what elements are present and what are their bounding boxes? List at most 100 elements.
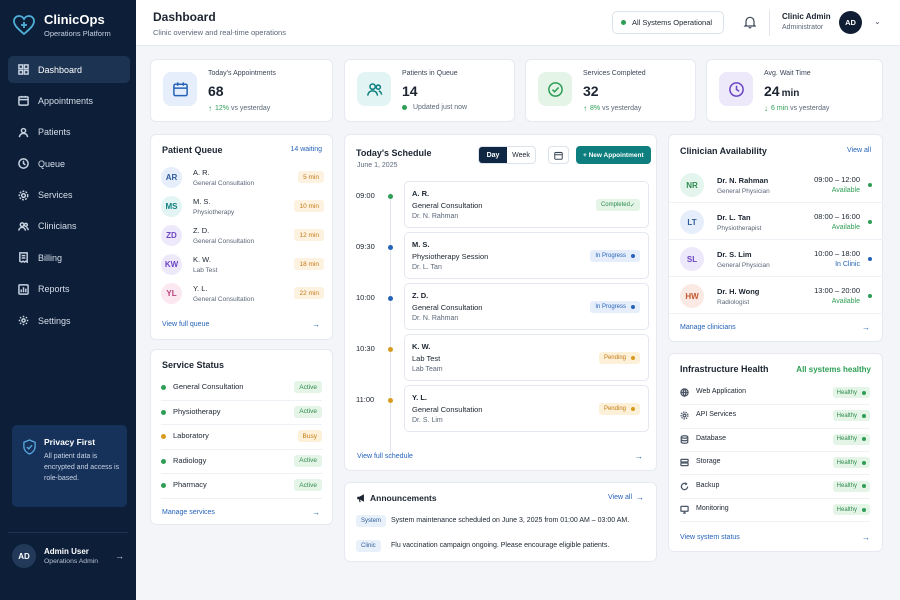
clinician-row[interactable]: SL Dr. S. Lim General Physician 10:00 – 18:… <box>669 240 883 277</box>
infra-summary: All systems healthy <box>796 365 871 374</box>
sidebar-user[interactable]: AD Admin User Operations Admin → <box>12 544 124 568</box>
visit-type: General Consultation <box>193 238 255 245</box>
status-dot <box>868 183 872 187</box>
appointment-card[interactable]: Z. D. General Consultation Dr. N. Rahman In… <box>404 283 649 330</box>
manage-clinicians-link[interactable]: Manage clinicians <box>680 324 736 331</box>
stat-label: Avg. Wait Time <box>764 70 811 77</box>
stat-meta: Updated just now <box>402 104 467 111</box>
arrow-right-icon[interactable]: → <box>636 493 644 502</box>
schedule-time: 09:30 <box>356 242 375 251</box>
appointment-card[interactable]: M. S. Physiotherapy Session Dr. L. Tan In P… <box>404 232 649 279</box>
patient-name: Y. L. <box>193 284 208 293</box>
status-text: Pending <box>603 355 626 361</box>
view-full-queue-link[interactable]: View full queue <box>162 321 209 328</box>
sidebar-item-billing[interactable]: Billing <box>8 244 130 271</box>
bell-icon[interactable] <box>743 15 757 29</box>
status-text: In Progress <box>595 304 626 310</box>
stat-meta-text: Updated just now <box>413 104 468 111</box>
heart-plus-logo-icon <box>13 15 35 36</box>
sidebar-item-appointments[interactable]: Appointments <box>8 87 130 114</box>
manage-services-link[interactable]: Manage services <box>162 509 215 516</box>
clinician-name: Lab Team <box>412 366 443 373</box>
new-appointment-button[interactable]: + New Appointment <box>576 146 651 164</box>
sidebar-item-dashboard[interactable]: Dashboard <box>8 56 130 83</box>
calendar-button[interactable] <box>548 146 569 164</box>
clinician-row[interactable]: HW Dr. H. Wong Radiologist 13:00 – 20:00 Ava… <box>669 277 883 314</box>
service-name: Web Application <box>696 388 747 395</box>
status-text: Healthy <box>836 412 857 419</box>
view-week-button[interactable]: Week <box>507 147 535 163</box>
queue-row[interactable]: MS M. S. Physiotherapy 10 min <box>161 192 324 220</box>
clinician-name: Dr. N. Rahman <box>717 176 769 185</box>
brand[interactable]: ClinicOps Operations Platform <box>12 12 111 38</box>
admin-info[interactable]: Clinic Admin Administrator <box>782 12 831 31</box>
queue-row[interactable]: YL Y. L. General Consultation 22 min <box>161 279 324 307</box>
availability-status: Available <box>831 224 860 231</box>
announcement-item[interactable]: Clinic Flu vaccination campaign ongoing. … <box>356 536 644 558</box>
sidebar-item-label: Appointments <box>38 95 94 106</box>
queue-row[interactable]: AR A. R. General Consultation 5 min <box>161 163 324 191</box>
view-day-button[interactable]: Day <box>479 147 507 163</box>
stat-unit: min <box>781 88 800 99</box>
appointment-card[interactable]: A. R. General Consultation Dr. N. Rahman Co… <box>404 181 649 228</box>
arrow-right-icon[interactable]: → <box>862 323 870 332</box>
service-name: Laboratory <box>173 431 209 441</box>
availability-status: Available <box>831 187 860 194</box>
arrow-right-icon[interactable]: → <box>312 320 320 329</box>
sidebar-item-settings[interactable]: Settings <box>8 307 130 334</box>
sidebar-item-services[interactable]: Services <box>8 182 130 209</box>
clinician-row[interactable]: LT Dr. L. Tan Physiotherapist 08:00 – 16:00… <box>669 203 883 240</box>
wait-time-badge: 12 min <box>294 229 324 241</box>
status-badge: In Progress <box>590 250 640 262</box>
avatar: NR <box>680 173 704 197</box>
status-dot <box>862 460 866 465</box>
queue-row[interactable]: ZD Z. D. General Consultation 12 min <box>161 221 324 249</box>
calendar-icon <box>18 96 29 107</box>
view-all-clinicians-link[interactable]: View all <box>847 147 871 154</box>
clinician-row[interactable]: NR Dr. N. Rahman General Physician 09:00 – … <box>669 166 883 203</box>
chart-icon <box>18 283 29 295</box>
sidebar-divider <box>8 532 128 533</box>
arrow-down-icon: ↓ <box>764 104 768 113</box>
queue-row[interactable]: KW K. W. Lab Test 18 min <box>161 250 324 278</box>
grid-icon <box>18 64 29 75</box>
user-role: Operations Admin <box>44 558 99 565</box>
status-dot <box>631 305 635 309</box>
schedule-time: 10:00 <box>356 293 375 302</box>
chevron-down-icon[interactable]: ⌄ <box>874 17 881 26</box>
infrastructure-health-card: Infrastructure Health All systems health… <box>668 353 883 552</box>
schedule-date: June 1, 2025 <box>357 162 398 169</box>
stat-label: Today's Appointments <box>208 70 276 77</box>
system-status-pill[interactable]: All Systems Operational <box>612 11 724 34</box>
sidebar-item-reports[interactable]: Reports <box>8 276 130 303</box>
service-name: Backup <box>696 481 720 489</box>
appointment-card[interactable]: Y. L. General Consultation Dr. S. Lim Pendi… <box>404 385 649 432</box>
sidebar-item-patients[interactable]: Patients <box>8 119 130 146</box>
queue-count-link[interactable]: 14 waiting <box>290 146 322 153</box>
avatar: HW <box>680 284 704 308</box>
avatar[interactable]: AD <box>839 11 862 34</box>
status-text: Healthy <box>836 506 857 513</box>
stat-card-wait-time: Avg. Wait Time 24 min ↓ 6 min vs yesterday <box>706 59 883 122</box>
arrow-right-icon[interactable]: → <box>312 508 320 517</box>
sidebar-item-clinicians[interactable]: Clinicians <box>8 213 130 240</box>
patient-queue-card: Patient Queue 14 waiting AR A. R. General … <box>150 134 333 340</box>
avatar: KW <box>161 254 182 275</box>
view-all-announcements-link[interactable]: View all <box>608 494 632 501</box>
card-title: Clinician Availability <box>680 146 767 156</box>
view-full-schedule-link[interactable]: View full schedule <box>357 453 413 460</box>
infrastructure-row: Database Healthy <box>680 429 870 453</box>
infrastructure-row: API Services Healthy <box>680 405 870 429</box>
sidebar-item-queue[interactable]: Queue <box>8 150 130 177</box>
arrow-right-icon[interactable]: → <box>635 452 643 461</box>
appointment-card[interactable]: K. W. Lab Test Lab Team Pending <box>404 334 649 381</box>
announcement-tag: Clinic <box>356 540 381 552</box>
arrow-right-icon[interactable]: → <box>862 533 870 542</box>
backup-icon <box>680 481 689 490</box>
announcement-item[interactable]: System System maintenance scheduled on Ju… <box>356 511 644 533</box>
service-name: Pharmacy <box>173 480 207 490</box>
view-system-status-link[interactable]: View system status <box>680 534 740 541</box>
clinician-hours: 13:00 – 20:00 <box>814 286 860 295</box>
stat-label: Patients in Queue <box>402 70 458 77</box>
clinician-name: Dr. L. Tan <box>717 213 751 222</box>
